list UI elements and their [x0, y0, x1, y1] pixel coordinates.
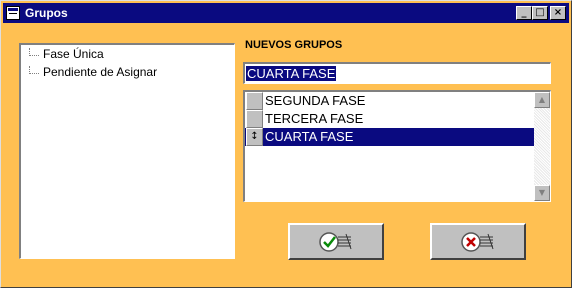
x-icon — [461, 232, 494, 252]
tree-connector — [29, 48, 39, 56]
group-name-input-value: CUARTA FASE — [246, 66, 337, 81]
check-icon — [319, 232, 352, 252]
tree-item-label: Fase Única — [43, 47, 104, 61]
list-item-label: SEGUNDA FASE — [265, 93, 366, 108]
close-button[interactable]: × — [550, 6, 566, 20]
window-title: Grupos — [25, 6, 68, 20]
groups-tree[interactable]: Fase Única Pendiente de Asignar — [19, 43, 235, 259]
grupos-window: Grupos _ □ × Fase Única Pendiente de Asi… — [0, 0, 572, 288]
tree-item[interactable]: Pendiente de Asignar — [29, 65, 157, 81]
vertical-scrollbar[interactable]: ▲ ▼ — [534, 92, 550, 201]
tree-item-label: Pendiente de Asignar — [43, 65, 158, 79]
cancel-button[interactable] — [430, 223, 526, 260]
list-item-selected[interactable]: ↕ CUARTA FASE — [245, 128, 535, 146]
row-handle[interactable] — [246, 92, 263, 110]
scroll-up-button[interactable]: ▲ — [534, 92, 550, 108]
maximize-button[interactable]: □ — [532, 6, 548, 20]
tree-connector — [29, 66, 39, 74]
scroll-down-button[interactable]: ▼ — [534, 185, 550, 201]
list-item[interactable]: TERCERA FASE — [245, 110, 535, 128]
window-app-icon — [6, 6, 20, 20]
accept-button[interactable] — [288, 223, 384, 260]
minimize-button[interactable]: _ — [516, 6, 532, 20]
list-item-label: TERCERA FASE — [265, 111, 364, 126]
list-item-label: CUARTA FASE — [265, 129, 354, 144]
title-bar[interactable]: Grupos _ □ × — [3, 3, 569, 23]
list-item[interactable]: SEGUNDA FASE — [245, 92, 535, 110]
group-name-input[interactable]: CUARTA FASE — [243, 62, 551, 84]
tree-item[interactable]: Fase Única — [29, 47, 104, 63]
row-handle-current[interactable]: ↕ — [246, 128, 263, 146]
groups-list[interactable]: SEGUNDA FASE TERCERA FASE ↕ CUARTA FASE … — [243, 90, 551, 202]
row-handle[interactable] — [246, 110, 263, 128]
new-groups-label: NUEVOS GRUPOS — [245, 39, 343, 51]
